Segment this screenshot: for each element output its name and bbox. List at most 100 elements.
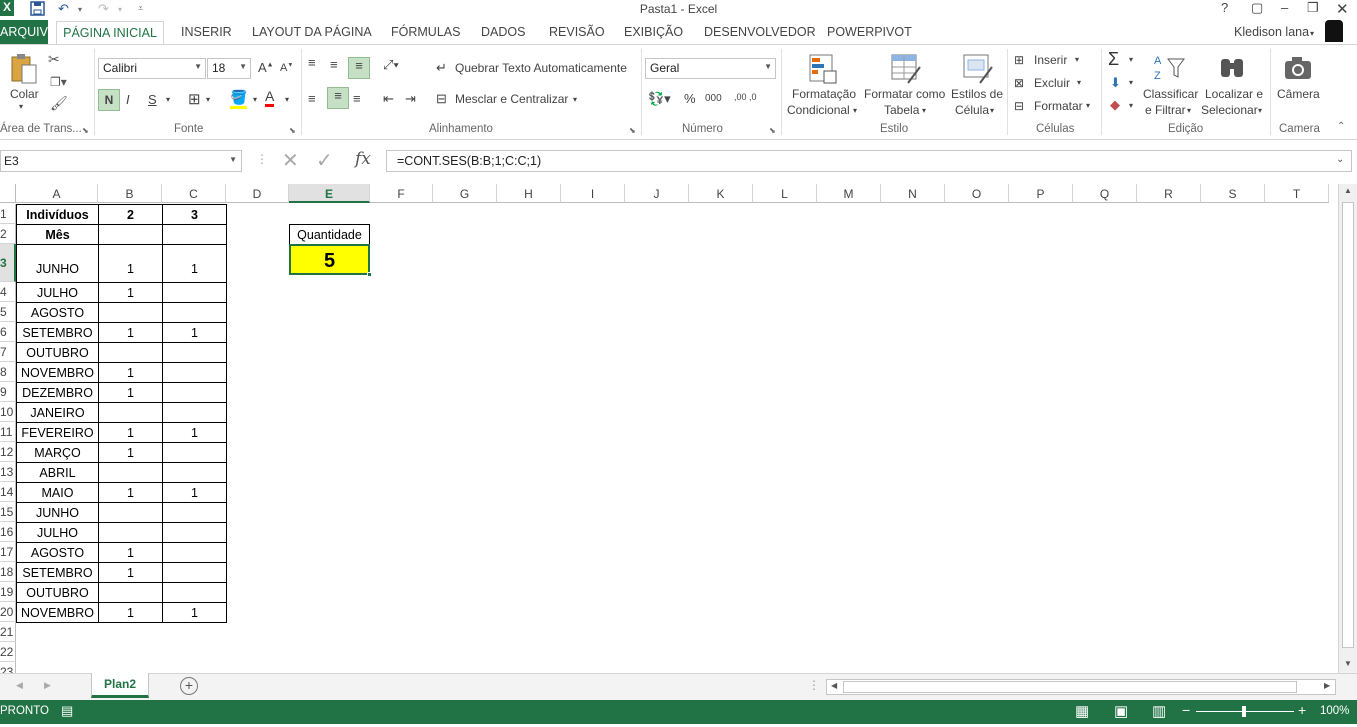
- conditional-format-label[interactable]: Formatação: [792, 87, 856, 101]
- column-header-a[interactable]: A: [16, 184, 98, 203]
- cell-a2[interactable]: Mês: [16, 224, 99, 245]
- row-header-14[interactable]: 14: [0, 482, 16, 502]
- sheet-prev-icon[interactable]: ◀: [16, 680, 23, 691]
- column-header-b[interactable]: B: [98, 184, 162, 203]
- cell-c1[interactable]: 3: [162, 204, 227, 225]
- fill-dropdown-icon[interactable]: ▾: [1129, 78, 1133, 87]
- wrap-text-button[interactable]: Quebrar Texto Automaticamente: [455, 61, 627, 75]
- accounting-format-icon[interactable]: 💱▾: [648, 91, 671, 107]
- row-header-22[interactable]: 22: [0, 642, 16, 662]
- tab-powerpivot[interactable]: POWERPIVOT: [827, 25, 912, 39]
- column-header-e[interactable]: E: [289, 184, 370, 203]
- cell-a18[interactable]: SETEMBRO: [16, 562, 99, 583]
- align-center-icon[interactable]: ≡: [327, 87, 349, 109]
- cell-e2[interactable]: Quantidade: [289, 224, 370, 245]
- alignment-launcher-icon[interactable]: ⬊: [629, 126, 636, 135]
- sort-filter-label[interactable]: Classificar: [1143, 87, 1198, 101]
- tab-arquivo[interactable]: ARQUIVO: [0, 20, 58, 44]
- cell-c6[interactable]: 1: [162, 322, 227, 343]
- tab-pagina-inicial[interactable]: PÁGINA INICIAL: [56, 21, 164, 44]
- row-header-9[interactable]: 9: [0, 382, 16, 402]
- cell-c14[interactable]: 1: [162, 482, 227, 503]
- clear-dropdown-icon[interactable]: ▾: [1129, 101, 1133, 110]
- worksheet-grid[interactable]: ABCDEFGHIJKLMNOPQRST 1 Indivíduos 2 3 2 Mês 3 J…: [0, 184, 1338, 673]
- cell-a6[interactable]: SETEMBRO: [16, 322, 99, 343]
- insert-cells-button[interactable]: Inserir: [1034, 53, 1067, 67]
- align-left-icon[interactable]: ≡: [308, 91, 316, 106]
- vertical-scrollbar[interactable]: ▲ ▼: [1338, 184, 1357, 673]
- cell-b20[interactable]: 1: [98, 602, 163, 623]
- row-header-16[interactable]: 16: [0, 522, 16, 542]
- cell-c11[interactable]: 1: [162, 422, 227, 443]
- avatar[interactable]: [1325, 20, 1343, 42]
- row-header-10[interactable]: 10: [0, 402, 16, 422]
- row-header-5[interactable]: 5: [0, 302, 16, 322]
- cell-b3[interactable]: 1: [98, 244, 163, 283]
- find-select-dropdown-icon[interactable]: ▾: [1258, 106, 1262, 115]
- row-header-15[interactable]: 15: [0, 502, 16, 522]
- cell-c5[interactable]: [162, 302, 227, 323]
- cell-c3[interactable]: 1: [162, 244, 227, 283]
- cell-e3-selected[interactable]: 5: [289, 244, 370, 275]
- name-box-dropdown-icon[interactable]: ▼: [229, 155, 237, 164]
- format-table-label[interactable]: Formatar como: [864, 87, 945, 101]
- cell-b2[interactable]: [98, 224, 163, 245]
- autosum-icon[interactable]: Σ: [1108, 49, 1119, 70]
- tab-desenvolvedor[interactable]: DESENVOLVEDOR: [704, 25, 816, 39]
- bold-button[interactable]: N: [98, 89, 120, 111]
- column-header-q[interactable]: Q: [1073, 184, 1137, 203]
- borders-icon[interactable]: ⊞: [188, 90, 201, 108]
- clear-icon[interactable]: ◆: [1110, 97, 1120, 113]
- cell-b6[interactable]: 1: [98, 322, 163, 343]
- camera-icon[interactable]: [1283, 55, 1315, 87]
- underline-dropdown-icon[interactable]: ▾: [166, 95, 170, 104]
- cell-b18[interactable]: 1: [98, 562, 163, 583]
- shrink-font-icon[interactable]: A▼: [280, 62, 293, 74]
- format-cells-icon[interactable]: ⊟: [1014, 99, 1024, 113]
- font-launcher-icon[interactable]: ⬊: [289, 126, 296, 135]
- cell-a12[interactable]: MARÇO: [16, 442, 99, 463]
- decimal-buttons[interactable]: ,00 ,0: [734, 92, 772, 102]
- row-header-18[interactable]: 18: [0, 562, 16, 582]
- row-header-13[interactable]: 13: [0, 462, 16, 482]
- column-header-i[interactable]: I: [561, 184, 625, 203]
- increase-indent-icon[interactable]: ⇥: [405, 91, 416, 107]
- wrap-text-icon[interactable]: ↵: [436, 60, 447, 76]
- cell-styles-label[interactable]: Estilos de: [951, 87, 1003, 101]
- row-header-3[interactable]: 3: [0, 244, 16, 282]
- cell-a8[interactable]: NOVEMBRO: [16, 362, 99, 383]
- cell-a1[interactable]: Indivíduos: [16, 204, 99, 225]
- cell-a4[interactable]: JULHO: [16, 282, 99, 303]
- cancel-entry-icon[interactable]: ✕: [282, 148, 299, 173]
- paste-button-label[interactable]: Colar: [10, 87, 39, 101]
- cell-c9[interactable]: [162, 382, 227, 403]
- column-header-f[interactable]: F: [370, 184, 433, 203]
- cell-a17[interactable]: AGOSTO: [16, 542, 99, 563]
- align-bottom-icon[interactable]: ≡: [348, 57, 370, 79]
- expand-formula-bar-icon[interactable]: ⌄: [1336, 154, 1344, 165]
- cell-a13[interactable]: ABRIL: [16, 462, 99, 483]
- cell-b11[interactable]: 1: [98, 422, 163, 443]
- merge-center-button[interactable]: Mesclar e Centralizar: [455, 92, 568, 106]
- align-right-icon[interactable]: ≡: [353, 91, 361, 106]
- column-header-t[interactable]: T: [1265, 184, 1329, 203]
- tab-formulas[interactable]: FÓRMULAS: [391, 25, 460, 39]
- orientation-icon[interactable]: ⤢▾: [383, 57, 399, 73]
- tab-exibicao[interactable]: EXIBIÇÃO: [624, 25, 683, 39]
- delete-dropdown-icon[interactable]: ▾: [1077, 78, 1081, 87]
- cell-b16[interactable]: [98, 522, 163, 543]
- font-size-select[interactable]: 18 ▼: [207, 58, 251, 79]
- format-dropdown-icon[interactable]: ▾: [1086, 101, 1090, 110]
- tab-split-icon[interactable]: ⋮: [808, 678, 820, 692]
- close-icon[interactable]: ✕: [1336, 0, 1349, 18]
- page-break-view-icon[interactable]: ▥: [1152, 702, 1166, 720]
- align-middle-icon[interactable]: ≡: [330, 57, 338, 72]
- cell-b15[interactable]: [98, 502, 163, 523]
- italic-button[interactable]: I: [126, 92, 130, 107]
- column-header-k[interactable]: K: [689, 184, 753, 203]
- format-table-icon[interactable]: [890, 53, 922, 85]
- cell-c2[interactable]: [162, 224, 227, 245]
- cell-c13[interactable]: [162, 462, 227, 483]
- cell-c8[interactable]: [162, 362, 227, 383]
- cell-c10[interactable]: [162, 402, 227, 423]
